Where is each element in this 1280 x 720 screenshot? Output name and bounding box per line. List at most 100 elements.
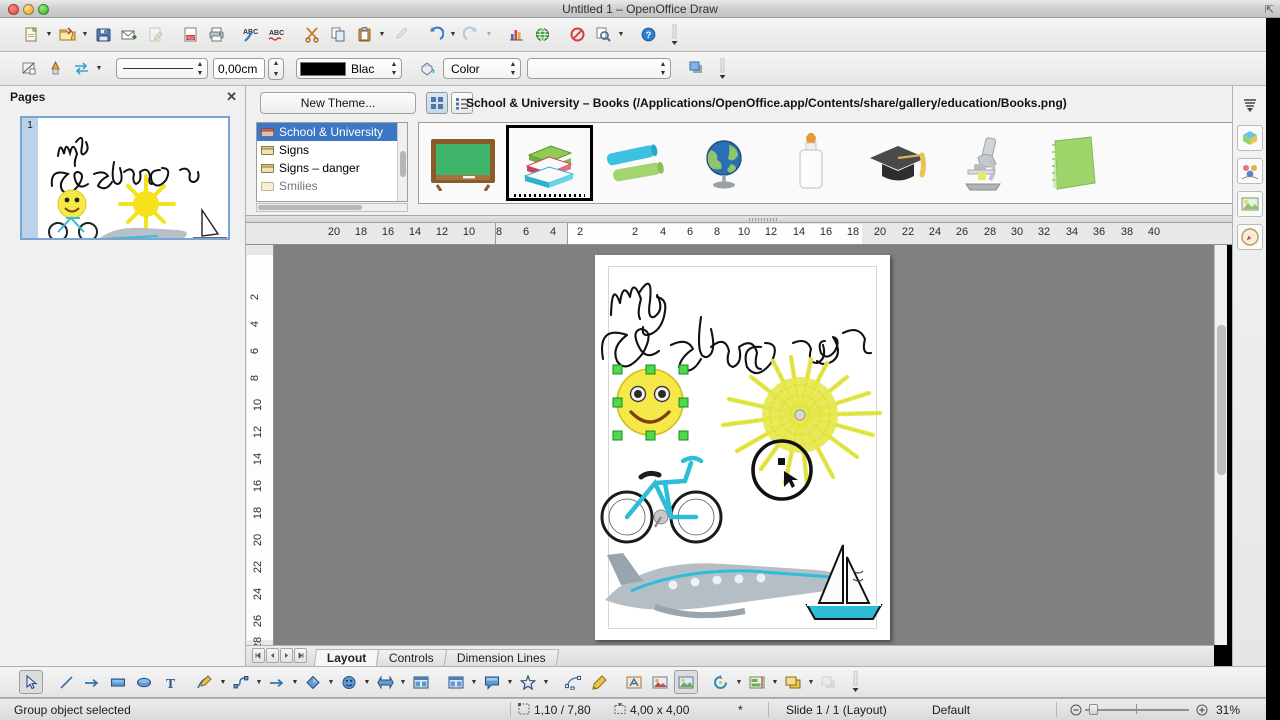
gallery-item-graduation-cap[interactable] bbox=[854, 125, 941, 201]
zoom-out-icon[interactable] bbox=[1070, 702, 1082, 718]
arrange-dropdown-arrow[interactable]: ▼ bbox=[806, 670, 816, 694]
flowchart-dropdown-arrow[interactable]: ▼ bbox=[469, 670, 479, 694]
gallery-item-notebook[interactable] bbox=[1028, 125, 1115, 201]
paste-dropdown-arrow[interactable]: ▼ bbox=[377, 23, 387, 47]
standard-toolbar-overflow[interactable] bbox=[662, 23, 686, 47]
smiley-shape-icon[interactable] bbox=[337, 670, 361, 694]
arrow-line-icon[interactable] bbox=[80, 670, 104, 694]
star-icon[interactable] bbox=[516, 670, 540, 694]
zoom-slider[interactable] bbox=[1085, 704, 1189, 715]
line-style-stepper[interactable]: ▲ ▼ bbox=[196, 61, 204, 77]
compass-icon[interactable] bbox=[1236, 224, 1263, 250]
zoom-slider-handle[interactable] bbox=[1089, 704, 1098, 715]
printer-icon[interactable] bbox=[204, 23, 228, 47]
callouts-dropdown-arrow[interactable]: ▼ bbox=[505, 670, 515, 694]
shadow-icon[interactable] bbox=[684, 57, 708, 81]
last-page-button[interactable] bbox=[294, 648, 307, 663]
line-filling-toolbar-overflow[interactable] bbox=[710, 57, 734, 81]
bar-chart-icon[interactable] bbox=[504, 23, 528, 47]
line-properties-icon[interactable] bbox=[17, 57, 41, 81]
zoom-dropdown-arrow[interactable]: ▼ bbox=[616, 23, 626, 47]
drawing-toolbar-overflow[interactable] bbox=[843, 670, 867, 694]
gallery-icon[interactable] bbox=[674, 670, 698, 694]
arrow-cursor-icon[interactable] bbox=[19, 670, 43, 694]
new-theme-button[interactable]: New Theme... bbox=[260, 92, 416, 114]
block-arrows-dropdown-arrow[interactable]: ▼ bbox=[398, 670, 408, 694]
theme-list-hscrollbar[interactable] bbox=[256, 203, 408, 212]
gallery-item-glue-bottle[interactable] bbox=[767, 125, 854, 201]
line-endpoint-icon[interactable] bbox=[69, 57, 93, 81]
new-doc-icon[interactable] bbox=[19, 23, 43, 47]
line-width-input[interactable]: 0,00cm bbox=[213, 58, 265, 79]
magnifier-icon[interactable] bbox=[591, 23, 615, 47]
fill-value-stepper[interactable]: ▲ ▼ bbox=[659, 61, 667, 77]
clipboard-paste-icon[interactable] bbox=[352, 23, 376, 47]
copy-icon[interactable] bbox=[326, 23, 350, 47]
open-folder-icon[interactable] bbox=[55, 23, 79, 47]
canvas-vertical-scrollbar[interactable] bbox=[1214, 245, 1227, 645]
flowchart-icon-2[interactable] bbox=[444, 670, 468, 694]
arrow-icon[interactable] bbox=[265, 670, 289, 694]
rotate-icon[interactable] bbox=[709, 670, 733, 694]
layer-tab-layout[interactable]: Layout bbox=[313, 649, 380, 666]
pdf-icon[interactable]: PDF bbox=[178, 23, 202, 47]
layer-tab-dimension-lines[interactable]: Dimension Lines bbox=[443, 649, 559, 666]
edit-file-icon[interactable] bbox=[143, 23, 167, 47]
fill-style-combo[interactable]: Color ▲ ▼ bbox=[443, 58, 521, 79]
globe-link-icon[interactable] bbox=[530, 23, 554, 47]
line-endpoint-dropdown-arrow[interactable]: ▼ bbox=[94, 57, 104, 81]
fontwork-icon[interactable] bbox=[622, 670, 646, 694]
no-entry-icon[interactable] bbox=[565, 23, 589, 47]
line-color-stepper[interactable]: ▲ ▼ bbox=[390, 61, 398, 77]
close-icon[interactable]: ✕ bbox=[226, 89, 237, 105]
gallery-theme-signs[interactable]: Signs bbox=[257, 141, 407, 159]
connector-dropdown-arrow[interactable]: ▼ bbox=[254, 670, 264, 694]
arrow-style-icon[interactable] bbox=[43, 57, 67, 81]
rotate-dropdown-arrow[interactable]: ▼ bbox=[734, 670, 744, 694]
gallery-theme-signs-danger[interactable]: Signs – danger bbox=[257, 159, 407, 177]
align-icon[interactable] bbox=[745, 670, 769, 694]
fill-style-stepper[interactable]: ▲ ▼ bbox=[509, 61, 517, 77]
insert-image-icon[interactable] bbox=[648, 670, 672, 694]
connector-icon[interactable] bbox=[229, 670, 253, 694]
line-color-combo[interactable]: Blac ▲ ▼ bbox=[296, 58, 402, 79]
line-icon[interactable] bbox=[54, 670, 78, 694]
next-page-button[interactable] bbox=[280, 648, 293, 663]
sidebar-menu-icon[interactable] bbox=[1237, 92, 1263, 118]
basic-shapes-dropdown-arrow[interactable]: ▼ bbox=[326, 670, 336, 694]
block-arrow-icon[interactable] bbox=[373, 670, 397, 694]
previous-page-button[interactable] bbox=[266, 648, 279, 663]
ellipse-icon[interactable] bbox=[132, 670, 156, 694]
layer-tab-controls[interactable]: Controls bbox=[376, 649, 448, 666]
new-doc-dropdown-arrow[interactable]: ▼ bbox=[44, 23, 54, 47]
drawing-canvas[interactable] bbox=[274, 245, 1214, 645]
email-icon[interactable] bbox=[117, 23, 141, 47]
gallery-theme-school-university[interactable]: School & University bbox=[257, 123, 407, 141]
align-dropdown-arrow[interactable]: ▼ bbox=[770, 670, 780, 694]
horizontal-ruler[interactable]: 20 18 16 14 12 10 8 6 4 2 2 4 6 8 10 12 … bbox=[246, 223, 1280, 245]
symbol-shapes-dropdown-arrow[interactable]: ▼ bbox=[362, 670, 372, 694]
help-question-icon[interactable]: ? bbox=[636, 23, 660, 47]
gallery-splitter[interactable] bbox=[246, 216, 1280, 223]
flowchart-icon[interactable] bbox=[409, 670, 433, 694]
lines-arrows-dropdown-arrow[interactable]: ▼ bbox=[290, 670, 300, 694]
gallery-theme-list[interactable]: School & University Signs Signs – danger… bbox=[256, 122, 408, 202]
vertical-ruler[interactable]: 2 4 6 8 10 12 14 16 18 20 22 24 26 28 bbox=[246, 245, 274, 645]
gallery-image-icon[interactable] bbox=[1236, 191, 1263, 217]
edit-points-icon[interactable] bbox=[561, 670, 585, 694]
page-thumbnail-1[interactable]: 1 bbox=[20, 116, 230, 240]
rectangle-icon[interactable] bbox=[106, 670, 130, 694]
paint-can-icon[interactable] bbox=[415, 57, 439, 81]
grid-view-icon[interactable] bbox=[426, 92, 448, 114]
callout-icon[interactable] bbox=[480, 670, 504, 694]
gallery-item-books[interactable] bbox=[506, 125, 593, 201]
gallery-item-grid[interactable] bbox=[418, 122, 1272, 204]
gallery-theme-smilies[interactable]: Smilies bbox=[257, 177, 407, 195]
theme-list-scrollbar[interactable] bbox=[397, 123, 407, 201]
curve-pen-icon[interactable] bbox=[193, 670, 217, 694]
gallery-item-chalkboard[interactable] bbox=[419, 125, 506, 201]
zoom-level[interactable]: 31% bbox=[1216, 702, 1240, 718]
fill-value-combo[interactable]: ▲ ▼ bbox=[527, 58, 671, 79]
undo-dropdown-arrow[interactable]: ▼ bbox=[448, 23, 458, 47]
abc-underline-icon[interactable]: ABC bbox=[265, 23, 289, 47]
